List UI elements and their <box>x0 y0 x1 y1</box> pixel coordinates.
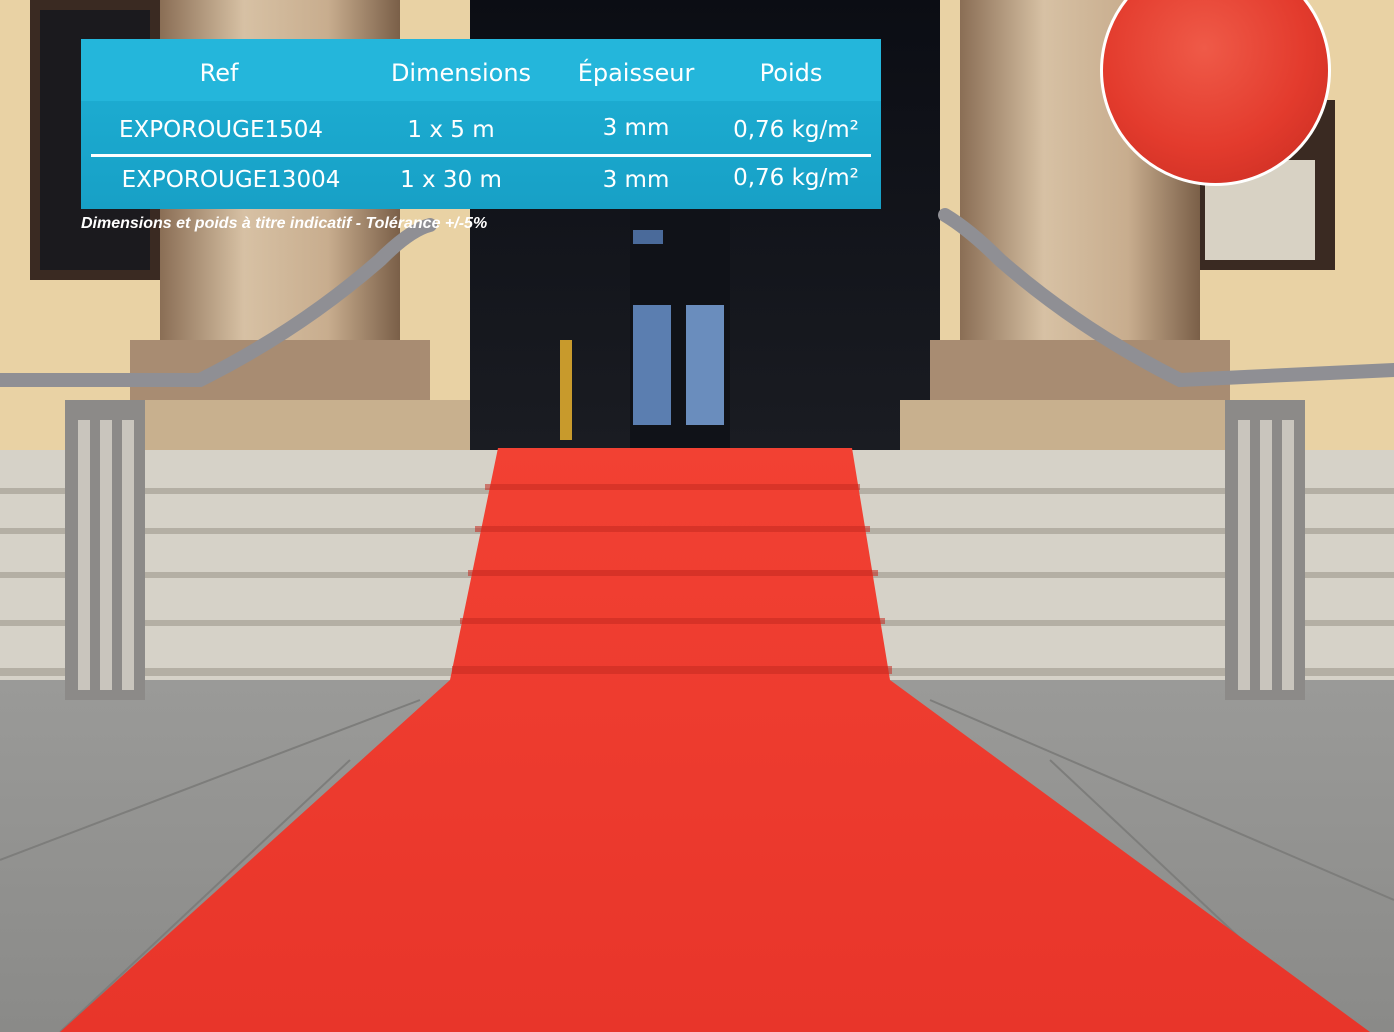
row1-ref: EXPOROUGE1504 <box>118 117 324 143</box>
row1-weight: 0,76 kg/m² <box>733 117 859 143</box>
row2-ref: EXPOROUGE13004 <box>121 167 341 193</box>
tolerance-note: Dimensions et poids à titre indicatif - … <box>81 215 488 232</box>
spec-table-header: Ref Dimensions Épaisseur Poids <box>81 39 881 101</box>
header-dimensions: Dimensions <box>390 59 532 87</box>
row1-dimensions: 1 x 5 m <box>407 117 495 143</box>
header-weight: Poids <box>759 59 823 87</box>
spec-table: Ref Dimensions Épaisseur Poids EXPOROUGE… <box>81 39 881 209</box>
row2-dimensions: 1 x 30 m <box>400 167 502 193</box>
row1-thickness: 3 mm <box>602 115 670 141</box>
row2-thickness: 3 mm <box>602 167 670 193</box>
header-ref: Ref <box>199 59 239 87</box>
header-thickness: Épaisseur <box>577 59 695 87</box>
row2-weight: 0,76 kg/m² <box>733 165 859 191</box>
row-divider <box>91 154 871 157</box>
